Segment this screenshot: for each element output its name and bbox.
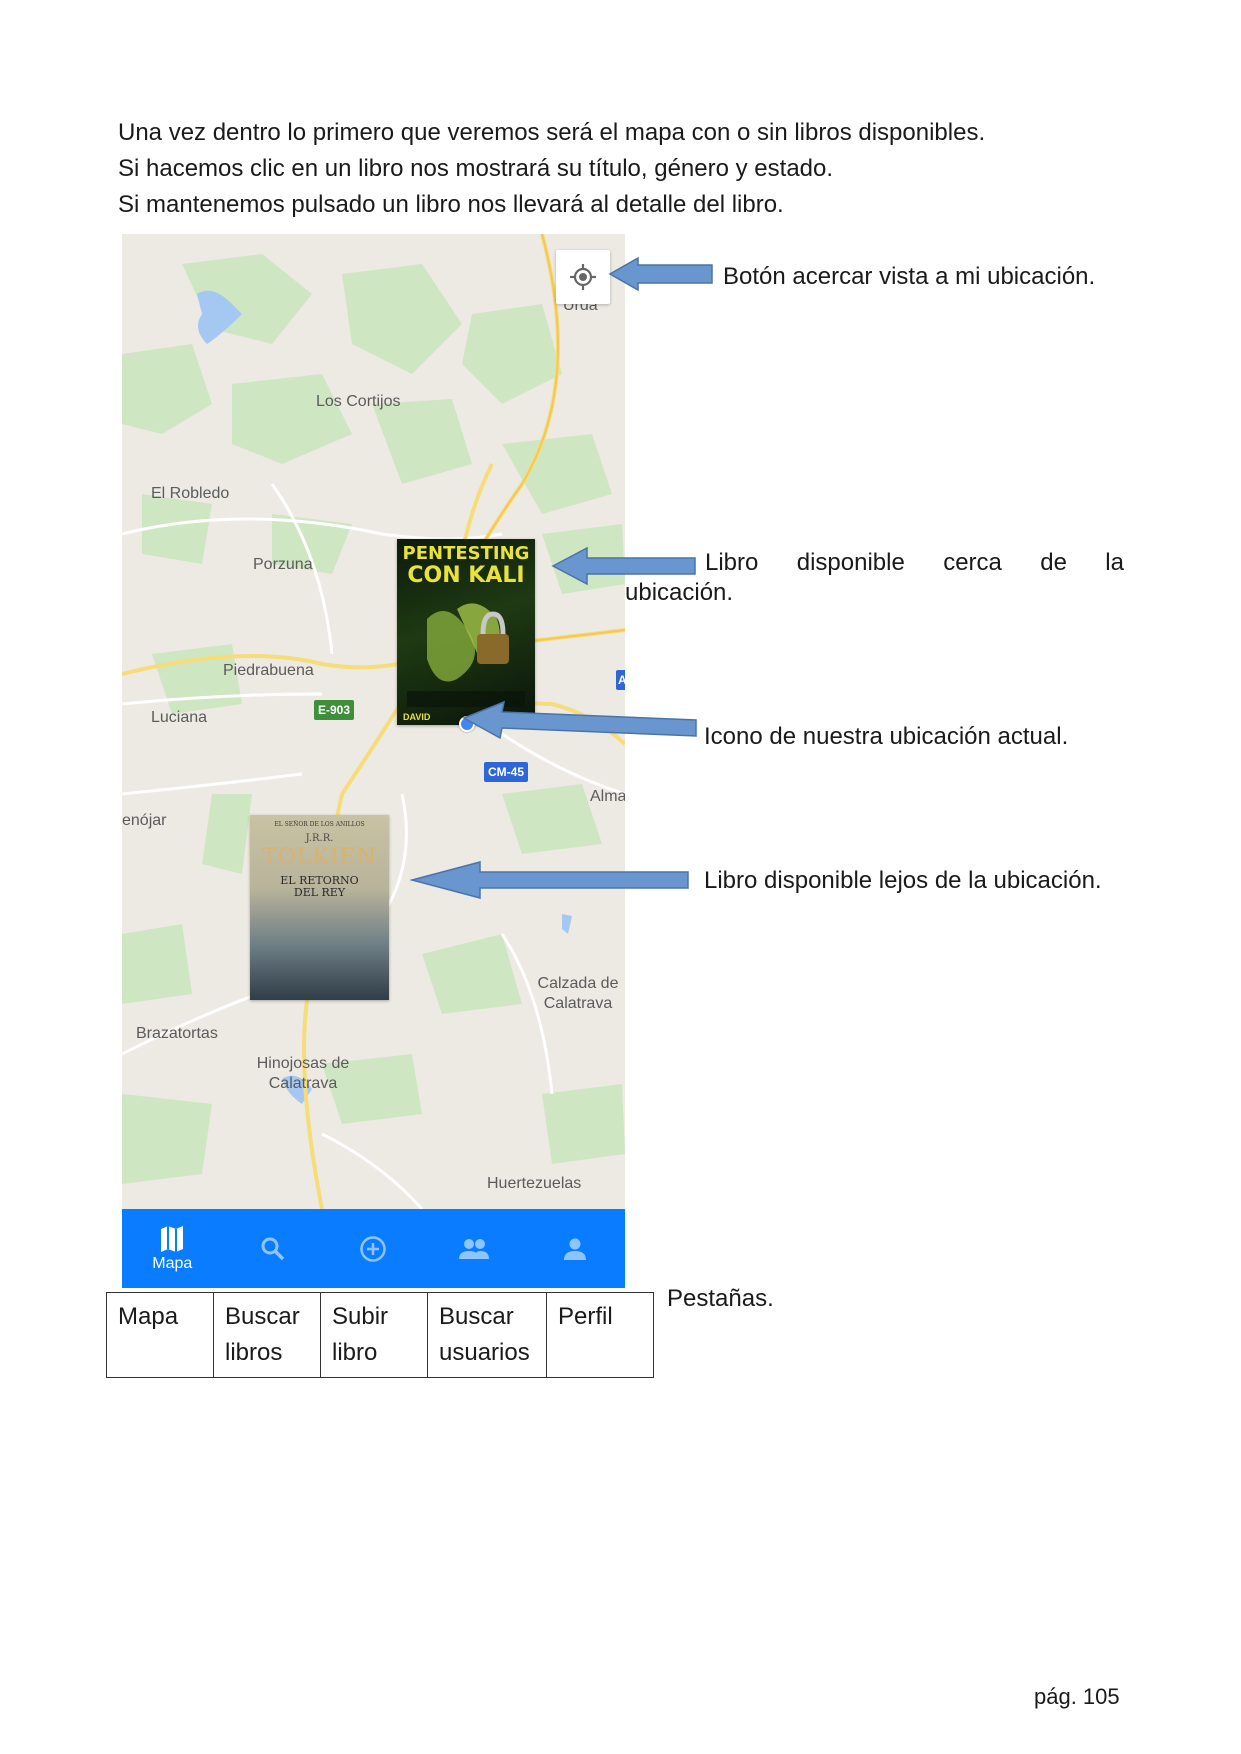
note-book-near-line-2: ubicación.: [625, 579, 734, 606]
app-screenshot: Urda Los Cortijos El Robledo Porzuna Pie…: [122, 234, 625, 1288]
note-book-near-word-5: la: [1105, 549, 1124, 576]
my-location-button[interactable]: [556, 250, 610, 304]
place-porzuna: Porzuna: [253, 556, 313, 573]
tabs-table: Mapa Buscar libros Subir libro Buscar usuar…: [106, 1292, 654, 1378]
place-calzada-de-calatrava: Calzada de Calatrava: [537, 975, 619, 1012]
cell-line: Buscar: [439, 1303, 514, 1330]
note-book-near-word-1: Libro: [705, 549, 759, 576]
tab-subir-libro[interactable]: [323, 1209, 424, 1288]
people-icon: [459, 1238, 490, 1259]
place-luciana: Luciana: [151, 709, 208, 726]
place-almagro: Alma: [590, 788, 625, 805]
cell-line: Perfil: [558, 1303, 613, 1330]
arrow-book-far: [410, 861, 689, 899]
place-piedrabuena: Piedrabuena: [223, 662, 314, 679]
place-brazatortas: Brazatortas: [136, 1025, 218, 1042]
note-book-near-word-3: cerca: [943, 549, 1002, 576]
place-hinojosas-de-calatrava: Hinojosas de Calatrava: [256, 1055, 350, 1092]
cell-line: libros: [225, 1339, 283, 1366]
intro-line-1: Una vez dentro lo primero que veremos se…: [118, 119, 986, 146]
tabs-cell-mapa: Mapa: [106, 1292, 214, 1378]
intro-line-3: Si mantenemos pulsado un libro nos lleva…: [118, 191, 784, 218]
book-far-initials: J.R.R.: [305, 833, 334, 844]
road-shield-cm45: CM-45: [484, 762, 529, 782]
tab-mapa-label: Mapa: [152, 1254, 193, 1272]
table-row: Mapa Buscar libros Subir libro Buscar usuar…: [106, 1292, 654, 1378]
note-book-near-word-2: disponible: [796, 549, 905, 576]
place-enojar: enójar: [122, 812, 167, 829]
crosshair-icon: [570, 264, 596, 290]
road-shield-partial: A: [616, 670, 625, 690]
tab-buscar-usuarios[interactable]: [424, 1209, 525, 1288]
search-icon: [261, 1237, 285, 1260]
place-el-robledo: El Robledo: [151, 485, 230, 502]
cell-line: libro: [332, 1339, 378, 1366]
intro-line-2: Si hacemos clic en un libro nos mostrará…: [118, 155, 834, 182]
intro-text: Una vez dentro lo primero que veremos se…: [118, 115, 985, 223]
page-number: pág. 105: [1034, 1684, 1120, 1709]
place-los-cortijos: Los Cortijos: [316, 393, 401, 410]
book-near-author: DAVID: [403, 712, 431, 722]
book-near-cover-art: [407, 603, 525, 707]
road-shield-e903: E-903: [314, 700, 355, 720]
book-far-author: TOLKIEN: [262, 845, 377, 870]
cell-line: Subir: [332, 1303, 389, 1330]
tabs-cell-buscar-libros: Buscar libros: [213, 1292, 321, 1378]
arrow-location-button: [608, 256, 713, 292]
book-far-series: EL SEÑOR DE LOS ANILLOS: [274, 821, 365, 828]
note-book-far: Libro disponible lejos de la ubicación.: [704, 867, 1102, 894]
bottom-navigation: Mapa: [122, 1209, 625, 1288]
note-location-button: Botón acercar vista a mi ubicación.: [723, 263, 1096, 290]
cell-line: Mapa: [118, 1303, 179, 1330]
note-tabs: Pestañas.: [667, 1285, 774, 1312]
arrow-current-location: [462, 700, 697, 740]
tab-perfil[interactable]: [524, 1209, 625, 1288]
tab-mapa[interactable]: Mapa: [122, 1209, 223, 1288]
tabs-cell-subir-libro: Subir libro: [320, 1292, 428, 1378]
tabs-cell-perfil: Perfil: [546, 1292, 654, 1378]
book-far-title: EL RETORNO DEL REY: [280, 874, 359, 899]
note-book-near: Libro disponible cerca de la ubicación.: [625, 548, 1124, 608]
map-icon: [161, 1225, 184, 1252]
tab-buscar-libros[interactable]: [223, 1209, 324, 1288]
note-book-near-word-4: de: [1040, 549, 1067, 576]
tabs-cell-buscar-usuarios: Buscar usuarios: [427, 1292, 547, 1378]
place-huertezuelas: Huertezuelas: [487, 1175, 582, 1192]
person-icon: [563, 1238, 586, 1260]
note-current-location: Icono de nuestra ubicación actual.: [704, 723, 1069, 750]
add-circle-icon: [360, 1235, 387, 1262]
book-marker-far[interactable]: EL SEÑOR DE LOS ANILLOS J.R.R. TOLKIEN E…: [250, 815, 389, 1000]
cell-line: Buscar: [225, 1303, 300, 1330]
cell-line: usuarios: [439, 1339, 530, 1366]
book-marker-near[interactable]: PENTESTING CON KALI DAVID: [397, 539, 535, 725]
